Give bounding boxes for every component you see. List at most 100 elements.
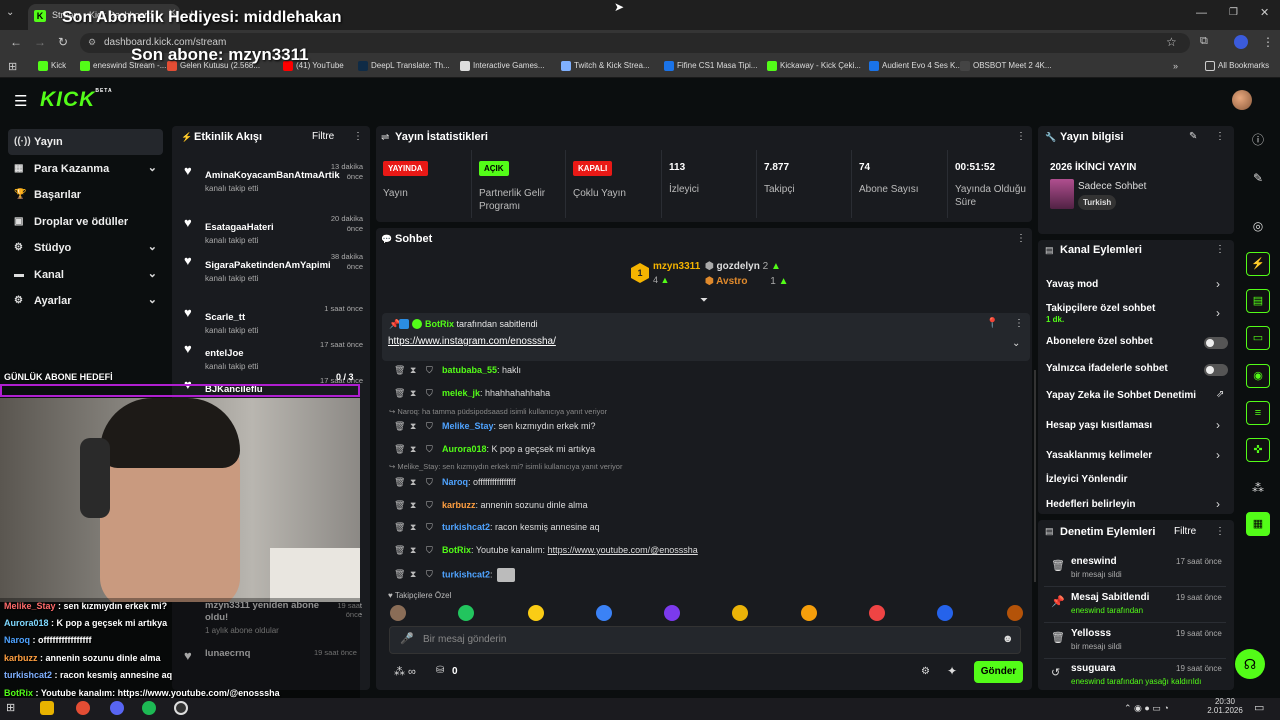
reload-icon[interactable]: ↻: [58, 35, 68, 49]
emote-icon[interactable]: [732, 605, 748, 621]
ban-icon[interactable]: ⛉: [426, 421, 442, 432]
ban-icon[interactable]: ⛉: [426, 545, 442, 556]
delete-icon[interactable]: 🗑: [394, 569, 410, 580]
chat-message[interactable]: 🗑 ⧗ ⛉ batubaba_55: haklı: [394, 365, 521, 376]
pinned-expand-icon[interactable]: ⌄: [1012, 338, 1020, 349]
chat-username[interactable]: karbuzz: [442, 500, 476, 510]
delete-icon[interactable]: 🗑: [394, 545, 410, 556]
send-button[interactable]: Gönder: [974, 661, 1023, 683]
leaderboard-expand-icon[interactable]: ⏷: [700, 295, 708, 306]
mod-action-name[interactable]: Yellosss: [1071, 628, 1111, 639]
activity-menu-icon[interactable]: ⋮: [353, 131, 363, 142]
timeout-icon[interactable]: ⧗: [410, 477, 426, 488]
delete-icon[interactable]: 🗑: [394, 500, 410, 511]
ban-icon[interactable]: ⛉: [426, 477, 442, 488]
activity-name[interactable]: SigaraPaketindenAmYapimi: [205, 260, 331, 271]
emote-icon[interactable]: [937, 605, 953, 621]
quick-action-broadcast-icon[interactable]: ◉: [1246, 364, 1270, 388]
chat-message[interactable]: 🗑 ⧗ ⛉ Naroq: offffffffffffffff: [394, 477, 516, 488]
delete-icon[interactable]: 🗑: [394, 365, 410, 376]
restore-icon[interactable]: ❐: [1229, 7, 1238, 18]
category-thumbnail[interactable]: [1050, 179, 1074, 209]
bookmark-item[interactable]: OBSBOT Meet 2 4K...: [960, 61, 1052, 71]
bookmark-item[interactable]: DeepL Translate: Th...: [358, 61, 450, 71]
delete-icon[interactable]: 🗑: [394, 421, 410, 432]
chat-message[interactable]: 🗑 ⧗ ⛉ turkishcat2:: [394, 568, 515, 582]
camera-icon[interactable]: ◎: [1246, 214, 1270, 238]
bookmark-item[interactable]: Kick: [38, 61, 66, 71]
language-tag[interactable]: Turkish: [1078, 195, 1117, 210]
discord-taskbar-icon[interactable]: [110, 701, 124, 715]
ban-icon[interactable]: ⛉: [426, 569, 442, 580]
activity-name[interactable]: Scarle_tt: [205, 312, 245, 323]
chest-icon[interactable]: ⛁: [436, 665, 444, 676]
info-icon[interactable]: ⓘ: [1246, 128, 1270, 152]
bookmark-item[interactable]: Kickaway - Kick Çeki...: [767, 61, 861, 71]
sidebar-item[interactable]: ((·)) Yayın: [8, 129, 163, 155]
chat-message[interactable]: 🗑 ⧗ ⛉ Aurora018: K pop a geçsek mi artıkya: [394, 444, 595, 455]
chat-message[interactable]: 🗑 ⧗ ⛉ karbuzz: annenin sozunu dinle alma: [394, 500, 588, 511]
ban-icon[interactable]: ⛉: [426, 500, 442, 511]
timeout-icon[interactable]: ⧗: [410, 388, 426, 399]
chat-username[interactable]: batubaba_55: [442, 365, 497, 375]
timeout-icon[interactable]: ⧗: [410, 421, 426, 432]
bookmark-item[interactable]: Fifine CS1 Masa Tipi...: [664, 61, 757, 71]
chevron-right-icon[interactable]: ›: [1216, 497, 1220, 511]
forward-icon[interactable]: →: [34, 35, 46, 49]
quick-emote-icon[interactable]: ✦: [947, 664, 957, 678]
sidebar-item[interactable]: ▬ Kanal ⌄: [8, 262, 163, 288]
chat-message[interactable]: 🗑 ⧗ ⛉ melek_jk: hhahhahahhaha: [394, 388, 550, 399]
timeout-icon[interactable]: ⧗: [410, 444, 426, 455]
chat-username[interactable]: Melike_Stay: [442, 421, 494, 431]
window-close-icon[interactable]: ✕: [1260, 6, 1269, 19]
delete-icon[interactable]: 🗑: [394, 477, 410, 488]
channel-action-label[interactable]: Yavaş mod: [1046, 279, 1098, 290]
emote-icon[interactable]: [458, 605, 474, 621]
pencil-icon[interactable]: ✎: [1246, 166, 1270, 190]
chat-username[interactable]: turkishcat2: [442, 569, 490, 579]
bookmark-item[interactable]: Interactive Games...: [460, 61, 545, 71]
chat-username[interactable]: turkishcat2: [442, 522, 490, 532]
mod-action-name[interactable]: eneswind: [1071, 556, 1117, 567]
pinned-by-user[interactable]: BotRix: [425, 319, 454, 329]
chat-username[interactable]: Aurora018: [442, 444, 487, 454]
activity-filter-button[interactable]: Filtre: [312, 131, 334, 142]
sidebar-item[interactable]: 🏆 Başarılar: [8, 182, 163, 208]
microphone-icon[interactable]: 🎤: [400, 632, 414, 645]
unpin-icon[interactable]: 📍: [986, 318, 998, 329]
external-link-icon[interactable]: ⇗: [1216, 389, 1224, 400]
chevron-right-icon[interactable]: ›: [1216, 277, 1220, 291]
minimize-icon[interactable]: —: [1196, 7, 1207, 19]
tray-icons[interactable]: ⌃ ◉ ● ▭ ◔: [1124, 703, 1169, 714]
edit-icon[interactable]: ✎: [1189, 131, 1197, 142]
emote-icon[interactable]: [1007, 605, 1023, 621]
chevron-right-icon[interactable]: ›: [1216, 448, 1220, 462]
channel-action-toggle[interactable]: [1204, 364, 1228, 376]
quick-action-chat-icon[interactable]: ▭: [1246, 326, 1270, 350]
delete-icon[interactable]: 🗑: [394, 522, 410, 533]
quick-action-stack-icon[interactable]: ≡: [1246, 401, 1270, 425]
user-avatar[interactable]: [1232, 90, 1252, 110]
stream-info-menu-icon[interactable]: ⋮: [1215, 131, 1225, 142]
chevron-right-icon[interactable]: ›: [1216, 418, 1220, 432]
chat-menu-icon[interactable]: ⋮: [1016, 233, 1026, 244]
bookmarks-more[interactable]: »: [1173, 61, 1178, 71]
channel-action-toggle[interactable]: [1204, 337, 1228, 349]
chat-message[interactable]: 🗑 ⧗ ⛉ BotRix: Youtube kanalım: https://www.…: [394, 545, 698, 556]
channel-action-label[interactable]: Yapay Zeka ile Sohbet Denetimi: [1046, 390, 1196, 401]
ban-icon[interactable]: ⛉: [426, 444, 442, 455]
ban-icon[interactable]: ⛉: [426, 388, 442, 399]
chat-message[interactable]: 🗑 ⧗ ⛉ turkishcat2: racon kesmiş annesine aq: [394, 522, 600, 533]
sidebar-item[interactable]: ⚙ Ayarlar ⌄: [8, 288, 163, 314]
extensions-icon[interactable]: ⧉: [1200, 35, 1208, 48]
bookmark-item[interactable]: Twitch & Kick Strea...: [561, 61, 650, 71]
chevron-right-icon[interactable]: ›: [1216, 306, 1220, 320]
leaderboard-name-1[interactable]: mzyn3311: [653, 261, 700, 272]
chat-settings-icon[interactable]: ⚙: [921, 666, 930, 677]
delete-icon[interactable]: 🗑: [394, 444, 410, 455]
channel-action-label[interactable]: İzleyici Yönlendir: [1046, 474, 1128, 485]
notification-icon[interactable]: ▭: [1254, 701, 1264, 714]
pinned-link[interactable]: https://www.instagram.com/enosssha/: [388, 336, 556, 347]
obs-taskbar-icon[interactable]: [174, 701, 188, 715]
chat-scrollbar[interactable]: [1034, 370, 1036, 582]
